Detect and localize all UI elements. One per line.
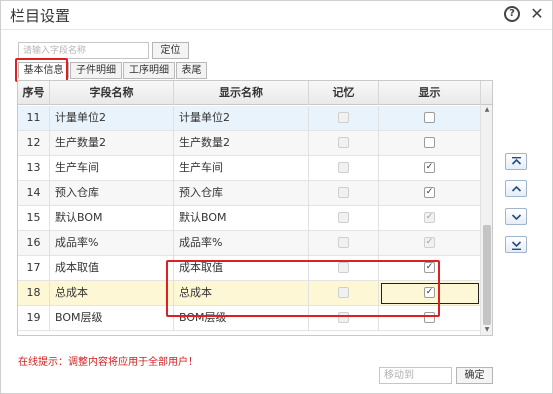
display-name-cell[interactable]: 生产数量2 <box>174 131 309 156</box>
col-header-show[interactable]: 显示 <box>379 81 481 105</box>
double-up-arrow-icon <box>511 157 522 165</box>
field-name-cell: 计量单位2 <box>50 106 174 131</box>
field-name-cell: 总成本 <box>50 281 174 306</box>
display-name-cell[interactable]: 生产车间 <box>174 156 309 181</box>
field-name-cell: 生产车间 <box>50 156 174 181</box>
show-checkbox <box>424 211 435 223</box>
memory-cell <box>309 206 379 231</box>
field-name-cell: 默认BOM <box>50 206 174 231</box>
display-name-cell[interactable]: 预入仓库 <box>174 181 309 206</box>
memory-cell <box>309 131 379 156</box>
locate-button[interactable]: 定位 <box>152 42 189 59</box>
field-search-input[interactable] <box>18 42 149 59</box>
confirm-button[interactable]: 确定 <box>456 367 493 384</box>
show-checkbox[interactable] <box>424 136 435 148</box>
memory-checkbox <box>338 136 349 148</box>
down-arrow-icon <box>511 214 522 221</box>
show-cell <box>379 131 481 156</box>
help-icon[interactable]: ? <box>504 6 520 22</box>
field-name-cell: 成本取值 <box>50 256 174 281</box>
move-bottom-button[interactable] <box>505 236 527 253</box>
column-settings-dialog: 栏目设置 ? ✕ 定位 基本信息 子件明细 工序明细 表尾 序号 字段名称 显示… <box>0 0 553 394</box>
move-up-button[interactable] <box>505 180 527 197</box>
col-header-memory[interactable]: 记忆 <box>309 81 379 105</box>
col-header-display[interactable]: 显示名称 <box>174 81 309 105</box>
double-down-arrow-icon <box>511 241 522 250</box>
memory-cell <box>309 156 379 181</box>
show-checkbox <box>424 236 435 248</box>
memory-cell <box>309 106 379 131</box>
scroll-thumb[interactable] <box>483 225 491 325</box>
memory-checkbox <box>338 211 349 223</box>
tab-component-detail[interactable]: 子件明细 <box>70 62 122 79</box>
display-name-cell[interactable]: 成品率% <box>174 231 309 256</box>
memory-checkbox <box>338 111 349 123</box>
show-cell <box>379 106 481 131</box>
grid-header: 序号 字段名称 显示名称 记忆 显示 <box>18 81 492 105</box>
col-header-field[interactable]: 字段名称 <box>50 81 174 105</box>
grid-scrollbar[interactable]: ▲ ▼ <box>480 105 492 335</box>
field-name-cell: BOM层级 <box>50 306 174 331</box>
table-row[interactable]: 15 默认BOM 默认BOM <box>18 206 481 231</box>
show-checkbox[interactable] <box>424 161 435 173</box>
table-row[interactable]: 12 生产数量2 生产数量2 <box>18 131 481 156</box>
field-name-cell: 成品率% <box>50 231 174 256</box>
move-down-button[interactable] <box>505 208 527 225</box>
memory-checkbox <box>338 161 349 173</box>
table-row[interactable]: 11 计量单位2 计量单位2 <box>18 106 481 131</box>
seq-cell: 13 <box>18 156 50 181</box>
seq-cell: 11 <box>18 106 50 131</box>
dialog-titlebar: 栏目设置 ? ✕ <box>1 1 552 30</box>
memory-cell <box>309 231 379 256</box>
show-checkbox[interactable] <box>424 111 435 123</box>
table-row[interactable]: 16 成品率% 成品率% <box>18 231 481 256</box>
seq-cell: 14 <box>18 181 50 206</box>
move-top-button[interactable] <box>505 153 527 170</box>
table-row[interactable]: 14 预入仓库 预入仓库 <box>18 181 481 206</box>
field-name-cell: 预入仓库 <box>50 181 174 206</box>
seq-cell: 12 <box>18 131 50 156</box>
show-checkbox[interactable] <box>424 186 435 198</box>
show-cell <box>379 206 481 231</box>
seq-cell: 16 <box>18 231 50 256</box>
col-header-seq[interactable]: 序号 <box>18 81 50 105</box>
table-row[interactable]: 13 生产车间 生产车间 <box>18 156 481 181</box>
display-name-cell[interactable]: 计量单位2 <box>174 106 309 131</box>
seq-cell: 18 <box>18 281 50 306</box>
show-cell <box>379 231 481 256</box>
seq-cell: 15 <box>18 206 50 231</box>
scroll-down-arrow-icon[interactable]: ▼ <box>481 325 493 335</box>
move-to-input[interactable] <box>379 367 452 384</box>
seq-cell: 19 <box>18 306 50 331</box>
memory-cell <box>309 181 379 206</box>
seq-cell: 17 <box>18 256 50 281</box>
rows-annotation-box <box>166 260 440 317</box>
field-name-cell: 生产数量2 <box>50 131 174 156</box>
tab-process-detail[interactable]: 工序明细 <box>123 62 175 79</box>
scroll-up-arrow-icon[interactable]: ▲ <box>481 105 493 115</box>
memory-checkbox <box>338 186 349 198</box>
display-name-cell[interactable]: 默认BOM <box>174 206 309 231</box>
dialog-title: 栏目设置 <box>10 7 71 25</box>
tab-annotation-box <box>15 58 68 82</box>
tab-footer[interactable]: 表尾 <box>176 62 207 79</box>
show-cell <box>379 156 481 181</box>
close-icon[interactable]: ✕ <box>528 4 546 24</box>
show-cell <box>379 181 481 206</box>
memory-checkbox <box>338 236 349 248</box>
up-arrow-icon <box>511 185 522 192</box>
online-hint: 在线提示：调整内容将应用于全部用户！ <box>18 357 198 368</box>
